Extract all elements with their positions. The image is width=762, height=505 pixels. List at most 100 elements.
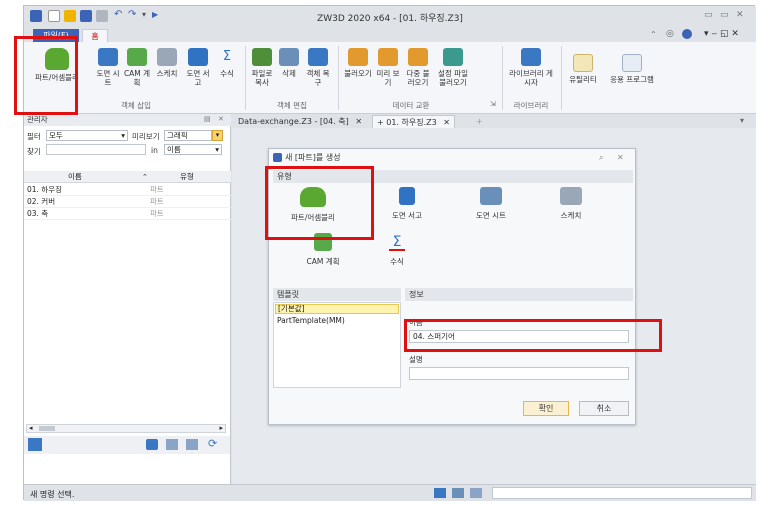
find-in-select[interactable]: 이름 ▾ bbox=[164, 144, 222, 155]
minimize-button[interactable]: ▭ bbox=[704, 10, 713, 20]
chevron-down-icon: ▾ bbox=[215, 145, 219, 154]
list-item[interactable]: 01. 하우징 파트 bbox=[24, 184, 231, 196]
close-icon[interactable]: ✕ bbox=[355, 117, 362, 126]
list-item[interactable]: 03. 축 파트 bbox=[24, 208, 231, 220]
help-icon[interactable] bbox=[682, 29, 692, 39]
template-list[interactable]: [기본값] PartTemplate(MM) bbox=[273, 302, 401, 388]
title-bar: ↶ ↷ ▾ ▶ ZW3D 2020 x64 - [01. 하우징.Z3] ▭ ▭… bbox=[24, 6, 756, 28]
application-icon bbox=[622, 54, 642, 72]
close-button[interactable]: ✕ bbox=[736, 10, 744, 20]
preview-select[interactable]: 그래픽 bbox=[164, 130, 212, 141]
preview-dropdown-button[interactable]: ▾ bbox=[212, 130, 223, 141]
type-sketch[interactable]: 스케치 bbox=[541, 187, 601, 221]
item-type: 파트 bbox=[150, 197, 164, 206]
type-equation[interactable]: Σ 수식 bbox=[367, 233, 427, 267]
doc-tab-data-exchange[interactable]: Data-exchange.Z3 - [04. 축] ✕ bbox=[234, 115, 366, 128]
tree-view-icon[interactable] bbox=[186, 439, 198, 450]
library-publisher-icon bbox=[521, 48, 541, 66]
collapse-ribbon-icon[interactable]: ⌃ bbox=[650, 30, 657, 39]
find-input[interactable] bbox=[46, 144, 146, 155]
description-input[interactable] bbox=[409, 367, 629, 380]
ribbon-button-label: 수식 bbox=[220, 69, 234, 78]
scroll-left-icon[interactable]: ◂ bbox=[29, 424, 33, 432]
doc-window-controls[interactable]: ▾ ‒ ◱ ✕ bbox=[704, 29, 739, 39]
ribbon-cam-plan-button[interactable]: CAM 계획 bbox=[122, 48, 152, 87]
type-label: 스케치 bbox=[560, 211, 582, 220]
tab-home[interactable]: 홈 bbox=[82, 29, 108, 42]
ribbon: 파트/어셈블리 도면 시트 CAM 계획 스케치 도면 서고 Σ 수식 객체 삽… bbox=[24, 42, 756, 114]
ribbon-group-label: 데이터 교환 bbox=[392, 101, 430, 110]
ribbon-import-button[interactable]: 불러오기 bbox=[342, 48, 374, 78]
doc-tab-housing[interactable]: + 01. 하우징.Z3 ✕ bbox=[372, 115, 455, 128]
filter-value: 모두 bbox=[49, 131, 63, 140]
layout-icon[interactable] bbox=[470, 488, 482, 498]
view-toggle-icon[interactable] bbox=[146, 439, 158, 450]
manager-title: 관리자 bbox=[24, 114, 231, 126]
panel-close-icon[interactable]: ✕ bbox=[218, 115, 224, 123]
tab-list-dropdown-icon[interactable]: ▾ bbox=[740, 116, 744, 125]
ribbon-copy-to-file-button[interactable]: 파일로 복사 bbox=[250, 48, 274, 87]
list-item[interactable]: 02. 커버 파트 bbox=[24, 196, 231, 208]
preview-icon bbox=[378, 48, 398, 66]
scroll-right-icon[interactable]: ▸ bbox=[219, 424, 223, 432]
sketch-icon bbox=[157, 48, 177, 66]
grid-icon[interactable] bbox=[434, 488, 446, 498]
dialog-help-icon[interactable]: ⌕ bbox=[599, 153, 603, 163]
manager-toolbar: ⟳ bbox=[24, 436, 230, 454]
ribbon-group-label: 라이브러리 bbox=[513, 101, 549, 110]
type-drawing-pack[interactable]: 도면 서고 bbox=[377, 187, 437, 221]
template-item-selected[interactable]: [기본값] bbox=[275, 304, 399, 314]
history-icon[interactable] bbox=[28, 438, 42, 451]
ribbon-equation-button[interactable]: Σ 수식 bbox=[216, 48, 238, 78]
settings-icon[interactable]: ◎ bbox=[666, 29, 674, 39]
template-item[interactable]: PartTemplate(MM) bbox=[277, 316, 345, 325]
ribbon-drawing-pack-button[interactable]: 도면 서고 bbox=[184, 48, 212, 87]
ribbon-drawing-sheet-button[interactable]: 도면 시트 bbox=[96, 48, 120, 87]
new-tab-button[interactable]: + bbox=[472, 115, 487, 128]
app-window: ↶ ↷ ▾ ▶ ZW3D 2020 x64 - [01. 하우징.Z3] ▭ ▭… bbox=[23, 5, 756, 501]
document-tabs: Data-exchange.Z3 - [04. 축] ✕ + 01. 하우징.Z… bbox=[232, 114, 756, 128]
item-name: 02. 커버 bbox=[27, 197, 56, 206]
ribbon-sketch-button[interactable]: 스케치 bbox=[154, 48, 180, 78]
dialog-close-icon[interactable]: ✕ bbox=[617, 153, 624, 162]
item-type: 파트 bbox=[150, 209, 164, 218]
maximize-button[interactable]: ▭ bbox=[720, 10, 729, 20]
close-icon[interactable]: ✕ bbox=[443, 118, 450, 127]
status-bar: 새 명령 선택. bbox=[24, 484, 756, 501]
ribbon-library-publisher-button[interactable]: 라이브러리 게시자 bbox=[508, 48, 554, 87]
sort-up-icon: ⌃ bbox=[142, 173, 148, 181]
highlight-ribbon-part-button bbox=[14, 36, 78, 115]
type-drawing-sheet[interactable]: 도면 시트 bbox=[461, 187, 521, 221]
display-icon[interactable] bbox=[452, 488, 464, 498]
column-header-type[interactable]: 유형 bbox=[180, 171, 194, 183]
ribbon-utility-button[interactable]: 유틸리티 bbox=[564, 54, 602, 84]
ribbon-restore-button[interactable]: 객체 복구 bbox=[304, 48, 332, 87]
horizontal-scrollbar[interactable]: ◂ ▸ bbox=[26, 424, 226, 433]
refresh-icon[interactable]: ⟳ bbox=[208, 437, 217, 450]
ribbon-delete-button[interactable]: 삭제 bbox=[278, 48, 300, 78]
pin-icon: + bbox=[377, 118, 384, 127]
ribbon-button-label: 파일로 복사 bbox=[251, 69, 273, 87]
dialog-title: 새 [파트]를 생성 bbox=[285, 153, 341, 162]
utility-icon bbox=[573, 54, 593, 72]
ribbon-application-button[interactable]: 응용 프로그램 bbox=[610, 54, 654, 84]
ribbon-button-label: 라이브러리 게시자 bbox=[509, 69, 553, 87]
drawing-pack-icon bbox=[399, 187, 415, 205]
command-input[interactable] bbox=[492, 487, 752, 499]
dialog-launcher-icon[interactable]: ⇲ bbox=[490, 100, 496, 108]
ribbon-multi-import-button[interactable]: 다중 불러오기 bbox=[404, 48, 432, 87]
list-view-icon[interactable] bbox=[166, 439, 178, 450]
column-header-name[interactable]: 이름 bbox=[68, 171, 82, 183]
ribbon-button-label: 불러오기 bbox=[344, 69, 372, 78]
filter-select[interactable]: 모두 ▾ bbox=[46, 130, 128, 141]
window-title: ZW3D 2020 x64 - [01. 하우징.Z3] bbox=[317, 14, 463, 24]
scroll-thumb[interactable] bbox=[39, 426, 55, 431]
panel-pin-icon[interactable]: ▤ bbox=[204, 115, 211, 123]
ok-button[interactable]: 확인 bbox=[523, 401, 569, 416]
ribbon-preview-button[interactable]: 미리 보기 bbox=[376, 48, 400, 87]
cancel-button[interactable]: 취소 bbox=[579, 401, 629, 416]
ribbon-config-import-button[interactable]: 설정 파일 불러오기 bbox=[436, 48, 470, 87]
ribbon-button-label: CAM 계획 bbox=[123, 69, 151, 87]
ribbon-button-label: 삭제 bbox=[282, 69, 296, 78]
chevron-down-icon: ▾ bbox=[121, 131, 125, 140]
